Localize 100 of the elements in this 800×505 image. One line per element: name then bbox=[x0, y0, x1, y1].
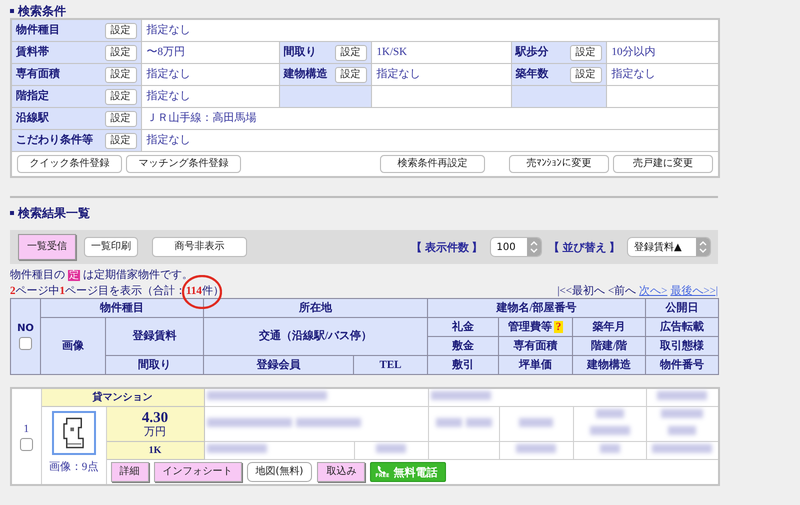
checkbox[interactable] bbox=[20, 438, 33, 450]
toolbar-button[interactable]: 商号非表示 bbox=[152, 237, 247, 257]
page-summary: 2ページ中1ページ目を表示（合計：114件） bbox=[10, 285, 224, 298]
column-header: NO bbox=[17, 323, 34, 334]
pager-link[interactable]: 最後へ>>| bbox=[670, 285, 718, 298]
set-button[interactable]: 設定 bbox=[104, 132, 136, 148]
floor-plan-thumbnail[interactable] bbox=[52, 411, 96, 455]
column-header: 敷金 bbox=[428, 336, 498, 356]
column-header: 交通（沿線駅/バス停） bbox=[204, 318, 428, 356]
field-label: 築年数 bbox=[516, 68, 548, 81]
notice-text: は定期借家物件です。 bbox=[83, 269, 193, 282]
blurred-text bbox=[668, 426, 696, 435]
column-header: 画像 bbox=[40, 318, 106, 374]
row-action-button[interactable]: 取込み bbox=[317, 462, 366, 482]
action-button[interactable]: クイック条件登録 bbox=[17, 155, 122, 173]
column-header: 物件種目 bbox=[40, 298, 204, 318]
column-header: 建物名/部屋番号 bbox=[428, 298, 646, 318]
blurred-text bbox=[652, 444, 712, 453]
pager-link[interactable]: |<<最初へ bbox=[557, 285, 605, 298]
field-value: 指定なし bbox=[141, 64, 279, 86]
field-value: 1K/SK bbox=[371, 42, 511, 64]
field-value: 〜8万円 bbox=[141, 42, 279, 64]
set-button[interactable]: 設定 bbox=[104, 22, 136, 38]
column-header: 敷引 bbox=[428, 356, 498, 374]
row-action-button[interactable]: 地図(無料) bbox=[246, 462, 312, 482]
count-select[interactable]: 100 bbox=[490, 238, 540, 256]
photo-count: 画像：9点 bbox=[48, 461, 100, 474]
field-label: 駅歩分 bbox=[516, 46, 548, 59]
column-header: 取引態様 bbox=[646, 336, 719, 356]
field-label: 間取り bbox=[284, 46, 316, 59]
column-header: 物件番号 bbox=[646, 356, 719, 374]
checkbox[interactable] bbox=[19, 337, 32, 350]
column-header: 階建/階 bbox=[572, 336, 646, 356]
set-button[interactable]: 設定 bbox=[104, 110, 136, 126]
notice-text: 物件種目の bbox=[10, 269, 65, 282]
rent-unit: 万円 bbox=[143, 426, 167, 438]
set-button[interactable]: 設定 bbox=[570, 44, 602, 60]
phone-icon bbox=[377, 465, 388, 474]
bullet-icon bbox=[10, 211, 14, 215]
field-label: 階指定 bbox=[16, 90, 49, 103]
column-header: 広告転載 bbox=[646, 318, 719, 336]
column-header: 公開日 bbox=[646, 298, 719, 318]
field-value: 指定なし bbox=[371, 64, 511, 86]
row-number: 1 bbox=[24, 422, 29, 434]
help-icon[interactable]: ? bbox=[554, 320, 564, 332]
field-label: 沿線駅 bbox=[16, 112, 49, 125]
field-label: 物件種目 bbox=[16, 24, 60, 37]
column-header: 間取り bbox=[106, 356, 204, 374]
field-value: 指定なし bbox=[141, 86, 279, 108]
blurred-text bbox=[430, 391, 490, 400]
property-type: 貸マンション bbox=[41, 388, 204, 406]
column-header: 登録会員 bbox=[204, 356, 354, 374]
row-action-button[interactable]: 詳細 bbox=[110, 462, 148, 482]
set-button[interactable]: 設定 bbox=[334, 66, 366, 82]
column-header: 坪単価 bbox=[498, 356, 572, 374]
blurred-text bbox=[516, 444, 556, 453]
column-header: 専有面積 bbox=[498, 336, 572, 356]
stepper-icon bbox=[696, 238, 710, 256]
floor-plan-type: 1K bbox=[106, 442, 204, 460]
column-header: 礼金 bbox=[428, 318, 498, 336]
pager-link[interactable]: <前へ bbox=[608, 285, 636, 298]
field-label: 賃料帯 bbox=[16, 46, 49, 59]
action-button[interactable]: 売戸建に変更 bbox=[613, 155, 714, 173]
column-header: 登録賃料 bbox=[106, 318, 204, 356]
column-header: 所在地 bbox=[204, 298, 428, 318]
action-button[interactable]: 検索条件再設定 bbox=[380, 155, 486, 173]
section-title: 検索条件 bbox=[18, 2, 66, 20]
column-header: TEL bbox=[354, 356, 428, 374]
set-button[interactable]: 設定 bbox=[104, 88, 136, 104]
count-label: 【 表示件数 】 bbox=[411, 240, 482, 254]
toolbar-button[interactable]: 一覧印刷 bbox=[84, 237, 138, 257]
bullet-icon bbox=[10, 9, 14, 13]
blurred-text bbox=[596, 409, 624, 418]
blurred-text bbox=[296, 418, 360, 426]
field-label: 建物構造 bbox=[284, 68, 328, 81]
blurred-text bbox=[206, 444, 266, 453]
stepper-icon bbox=[526, 238, 540, 256]
blurred-text bbox=[466, 418, 492, 426]
field-label: こだわり条件等 bbox=[16, 134, 93, 147]
column-header: 管理費等 ? bbox=[498, 318, 572, 336]
blurred-text bbox=[376, 444, 406, 453]
action-button[interactable]: マッチング条件登録 bbox=[126, 155, 241, 173]
section-title: 検索結果一覧 bbox=[18, 204, 90, 222]
set-button[interactable]: 設定 bbox=[104, 44, 136, 60]
blurred-text bbox=[600, 444, 620, 453]
blurred-text bbox=[657, 391, 708, 400]
sort-select[interactable]: 登録賃料▲ bbox=[628, 238, 710, 256]
rent-amount: 4.30 bbox=[140, 410, 170, 426]
set-button[interactable]: 設定 bbox=[104, 66, 136, 82]
set-button[interactable]: 設定 bbox=[570, 66, 602, 82]
fixed-term-badge: 定 bbox=[68, 270, 80, 281]
column-header: 築年月 bbox=[572, 318, 646, 336]
row-action-button[interactable]: インフォシート bbox=[154, 462, 242, 482]
action-button[interactable]: 売ﾏﾝｼｮﾝに変更 bbox=[509, 155, 610, 173]
sort-label: 【 並び替え 】 bbox=[548, 240, 620, 254]
pager-link[interactable]: 次へ> bbox=[639, 285, 668, 298]
column-header: 建物構造 bbox=[572, 356, 646, 374]
blurred-text bbox=[661, 409, 704, 418]
toolbar-button[interactable]: 一覧受信 bbox=[18, 234, 76, 260]
set-button[interactable]: 設定 bbox=[334, 44, 366, 60]
